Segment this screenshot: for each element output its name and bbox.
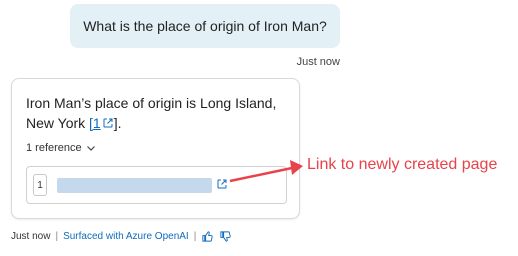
- annotation-arrow: [229, 160, 303, 183]
- annotation-label: Link to newly created page: [307, 156, 498, 173]
